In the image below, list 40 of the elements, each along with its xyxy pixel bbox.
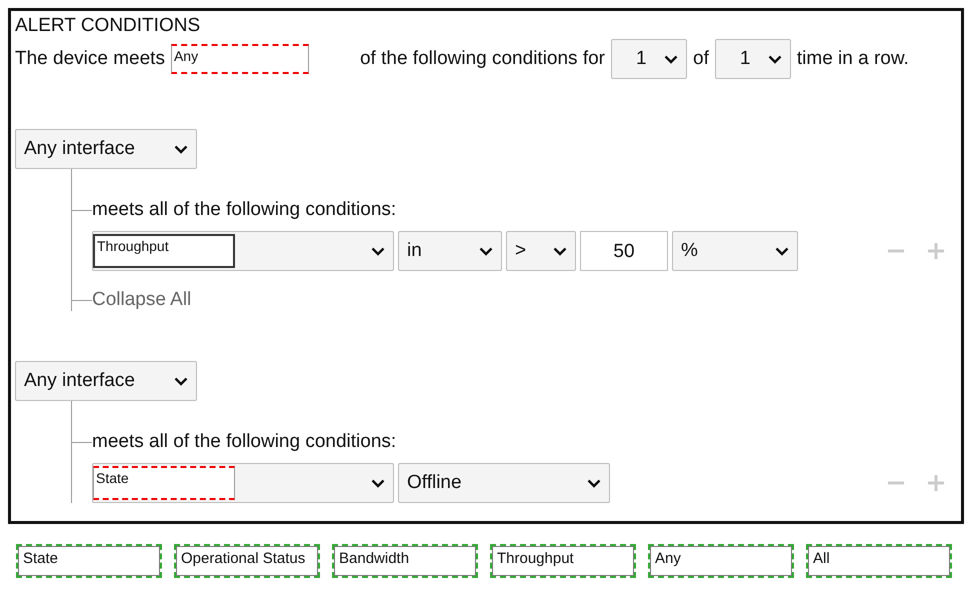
chevron-icon (479, 246, 493, 256)
chevron-icon (553, 246, 567, 256)
draggable-option[interactable]: Throughput (490, 544, 636, 578)
plus-icon[interactable] (927, 242, 945, 260)
dropdown[interactable]: % (672, 231, 798, 271)
count-dropdown[interactable]: 1 (611, 39, 688, 79)
dropdown[interactable]: > (506, 231, 576, 271)
draggable-option[interactable]: State (16, 544, 162, 578)
condition-heading: meets all of the following conditions: (92, 199, 396, 221)
dropdown[interactable]: Offline (398, 463, 610, 503)
sentence-text: The device meets (15, 48, 165, 70)
drop-target[interactable]: Throughput (93, 234, 235, 268)
chevron-icon (664, 54, 678, 64)
chevron-icon (174, 144, 188, 154)
section-title: ALERT CONDITIONS (15, 15, 202, 37)
metric-dropdown[interactable]: Throughput (92, 231, 394, 271)
chevron-icon (371, 246, 385, 256)
chevron-icon (587, 478, 601, 488)
dropdown[interactable]: in (398, 231, 502, 271)
chevron-icon (775, 246, 789, 256)
chevron-icon (768, 54, 782, 64)
scope-dropdown[interactable]: Any interface (15, 129, 197, 169)
chevron-icon (174, 376, 188, 386)
drop-target[interactable]: Any (170, 44, 309, 74)
drop-target[interactable]: State (93, 466, 235, 500)
times-dropdown[interactable]: 1 (714, 39, 791, 79)
metric-dropdown[interactable]: State (92, 463, 394, 503)
sentence-text: of the following conditions for (360, 48, 606, 70)
sentence-text: time in a row. (796, 48, 909, 70)
value-field[interactable]: 50 (580, 231, 668, 271)
draggable-option[interactable]: All (806, 544, 952, 578)
chevron-icon (371, 478, 385, 488)
collapse-all-link[interactable]: Collapse All (92, 289, 192, 311)
draggable-option[interactable]: Bandwidth (332, 544, 478, 578)
plus-icon[interactable] (927, 474, 945, 492)
condition-heading: meets all of the following conditions: (92, 431, 396, 453)
draggable-option[interactable]: Operational Status (174, 544, 320, 578)
scope-dropdown[interactable]: Any interface (15, 361, 197, 401)
draggable-option[interactable]: Any (648, 544, 794, 578)
sentence-text: of (693, 48, 709, 70)
